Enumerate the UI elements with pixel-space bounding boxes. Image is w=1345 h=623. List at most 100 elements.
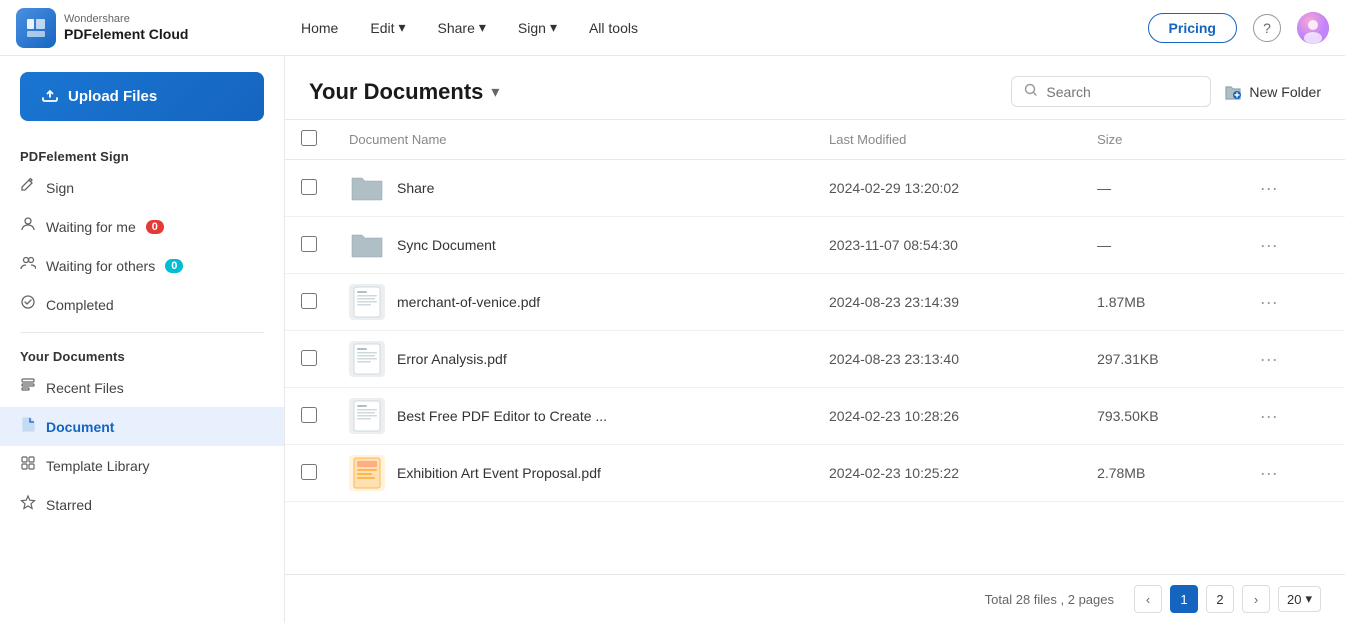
table-row: Exhibition Art Event Proposal.pdf 2024-0… [285, 445, 1345, 502]
row-checkbox-cell [285, 331, 333, 388]
col-actions [1236, 120, 1345, 160]
new-folder-button[interactable]: New Folder [1223, 82, 1321, 102]
file-name-cell: Error Analysis.pdf [333, 331, 813, 388]
per-page-select[interactable]: 20 ▾ [1278, 586, 1321, 612]
file-size: 1.87MB [1081, 274, 1236, 331]
file-thumbnail [349, 398, 385, 434]
file-modified-date: 2024-02-29 13:20:02 [813, 160, 1081, 217]
row-checkbox-cell [285, 445, 333, 502]
table-row: Sync Document 2023-11-07 08:54:30 — ··· [285, 217, 1345, 274]
file-size: — [1081, 217, 1236, 274]
chevron-down-icon: ▾ [550, 19, 557, 36]
chevron-down-icon: ▾ [398, 19, 405, 36]
file-modified-date: 2024-02-23 10:25:22 [813, 445, 1081, 502]
sidebar-item-starred-label: Starred [46, 497, 92, 513]
nav-home[interactable]: Home [301, 20, 338, 36]
checkbox-header [285, 120, 333, 160]
new-folder-icon [1223, 82, 1243, 102]
page-1-button[interactable]: 1 [1170, 585, 1198, 613]
file-more-button[interactable]: ··· [1252, 402, 1286, 431]
sidebar-item-recent-files[interactable]: Recent Files [0, 368, 284, 407]
title-chevron-icon[interactable]: ▾ [491, 82, 499, 102]
col-document-name: Document Name [333, 120, 813, 160]
file-more-button[interactable]: ··· [1252, 231, 1286, 260]
row-checkbox[interactable] [301, 407, 317, 423]
select-all-checkbox[interactable] [301, 130, 317, 146]
per-page-chevron-icon: ▾ [1305, 591, 1312, 607]
sidebar-item-template-library-label: Template Library [46, 458, 150, 474]
row-checkbox-cell [285, 217, 333, 274]
docs-section-label: Your Documents [0, 341, 284, 368]
help-icon[interactable]: ? [1253, 14, 1281, 42]
search-input[interactable] [1046, 84, 1198, 100]
sidebar-item-document[interactable]: Document [0, 407, 284, 446]
new-folder-label: New Folder [1249, 84, 1321, 100]
file-modified-date: 2024-08-23 23:14:39 [813, 274, 1081, 331]
sidebar-item-waiting-for-others-label: Waiting for others [46, 258, 155, 274]
row-checkbox[interactable] [301, 464, 317, 480]
file-more-button[interactable]: ··· [1252, 288, 1286, 317]
sidebar-item-completed[interactable]: Completed [0, 285, 284, 324]
page-2-button[interactable]: 2 [1206, 585, 1234, 613]
file-thumbnail [349, 455, 385, 491]
file-modified-date: 2023-11-07 08:54:30 [813, 217, 1081, 274]
table-header-row: Document Name Last Modified Size [285, 120, 1345, 160]
search-box[interactable] [1011, 76, 1211, 107]
waiting-for-me-badge: 0 [146, 220, 164, 234]
sidebar-item-waiting-for-others[interactable]: Waiting for others 0 [0, 246, 284, 285]
row-checkbox[interactable] [301, 179, 317, 195]
logo-icon [16, 8, 56, 48]
file-modified-date: 2024-08-23 23:13:40 [813, 331, 1081, 388]
waiting-for-others-icon [20, 255, 36, 276]
row-checkbox-cell [285, 160, 333, 217]
sidebar-item-waiting-for-me[interactable]: Waiting for me 0 [0, 207, 284, 246]
next-page-button[interactable]: › [1242, 585, 1270, 613]
recent-files-icon [20, 377, 36, 398]
pricing-button[interactable]: Pricing [1148, 13, 1237, 43]
prev-page-button[interactable]: ‹ [1134, 585, 1162, 613]
file-actions-cell: ··· [1236, 388, 1345, 445]
file-name: Share [397, 180, 434, 196]
content-header: Your Documents ▾ New Folder [285, 56, 1345, 120]
sidebar-divider [20, 332, 264, 333]
nav-edit[interactable]: Edit ▾ [370, 19, 405, 36]
nav-links: Home Edit ▾ Share ▾ Sign ▾ All tools [301, 19, 1148, 36]
file-more-button[interactable]: ··· [1252, 345, 1286, 374]
content-area: Your Documents ▾ New Folder [285, 56, 1345, 623]
sidebar-item-sign[interactable]: Sign [0, 168, 284, 207]
template-library-icon [20, 455, 36, 476]
sign-section-label: PDFelement Sign [0, 141, 284, 168]
logo-area[interactable]: Wondershare PDFelement Cloud [16, 8, 301, 48]
file-name-cell: Sync Document [333, 217, 813, 274]
file-more-button[interactable]: ··· [1252, 459, 1286, 488]
search-icon [1024, 83, 1038, 100]
row-checkbox[interactable] [301, 350, 317, 366]
sidebar-item-starred[interactable]: Starred [0, 485, 284, 524]
row-checkbox[interactable] [301, 293, 317, 309]
upload-icon [40, 84, 60, 109]
page-title-area: Your Documents ▾ [309, 79, 499, 105]
upload-files-button[interactable]: Upload Files [20, 72, 264, 121]
file-more-button[interactable]: ··· [1252, 174, 1286, 203]
top-navigation: Wondershare PDFelement Cloud Home Edit ▾… [0, 0, 1345, 56]
table-container: Document Name Last Modified Size Share 2… [285, 120, 1345, 574]
sidebar: Upload Files PDFelement Sign Sign Waitin… [0, 56, 285, 623]
documents-table: Document Name Last Modified Size Share 2… [285, 120, 1345, 502]
nav-right: Pricing ? [1148, 12, 1329, 44]
file-thumbnail [349, 341, 385, 377]
file-name: Error Analysis.pdf [397, 351, 507, 367]
sidebar-item-template-library[interactable]: Template Library [0, 446, 284, 485]
nav-sign[interactable]: Sign ▾ [518, 19, 557, 36]
row-checkbox-cell [285, 388, 333, 445]
file-name-cell: Exhibition Art Event Proposal.pdf [333, 445, 813, 502]
nav-all-tools[interactable]: All tools [589, 20, 638, 36]
file-name: merchant-of-venice.pdf [397, 294, 540, 310]
file-name-cell: Share [333, 160, 813, 217]
main-layout: Upload Files PDFelement Sign Sign Waitin… [0, 56, 1345, 623]
nav-share[interactable]: Share ▾ [438, 19, 486, 36]
avatar[interactable] [1297, 12, 1329, 44]
sign-icon [20, 177, 36, 198]
col-size: Size [1081, 120, 1236, 160]
row-checkbox[interactable] [301, 236, 317, 252]
file-thumbnail [349, 170, 385, 206]
